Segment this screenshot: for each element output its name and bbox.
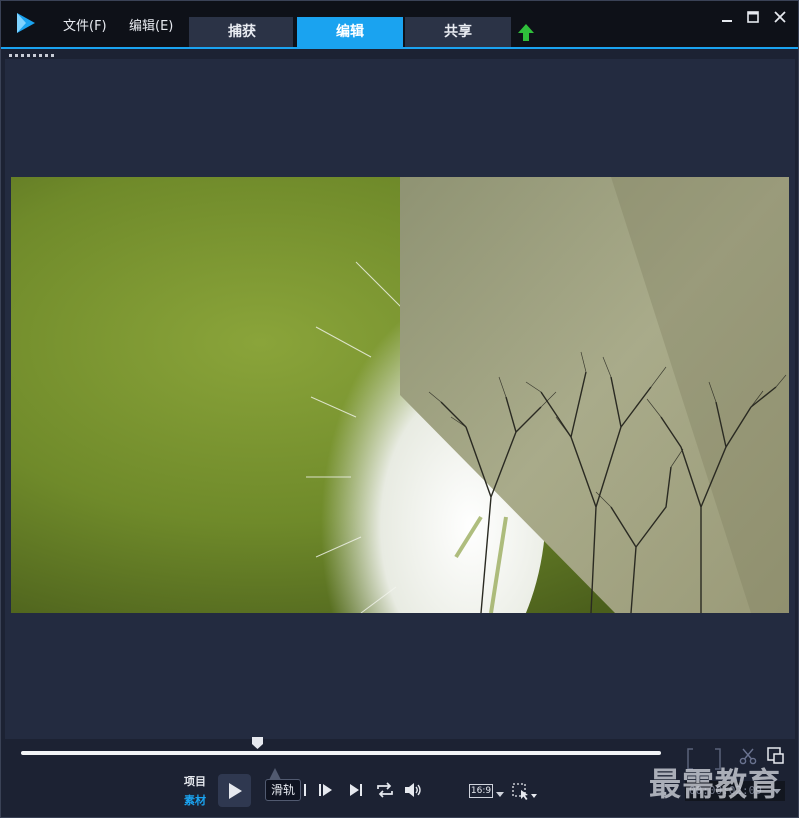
- watermark: 最需教育: [649, 765, 782, 803]
- panel-resize-grip[interactable]: [9, 54, 55, 57]
- tab-edit[interactable]: 编辑: [297, 17, 403, 47]
- play-button[interactable]: [218, 774, 251, 807]
- aspect-ratio-dropdown-icon[interactable]: [496, 792, 504, 797]
- end-icon[interactable]: [347, 781, 367, 799]
- mode-clip[interactable]: 素材: [184, 792, 206, 808]
- crop-icon[interactable]: [511, 782, 539, 802]
- video-preview: [11, 177, 789, 613]
- scrubber-tooltip: 滑轨: [265, 779, 301, 801]
- close-icon[interactable]: [772, 9, 788, 25]
- title-accent-line: [1, 47, 798, 49]
- upload-icon[interactable]: [517, 23, 535, 43]
- repeat-icon[interactable]: [375, 781, 395, 799]
- aspect-ratio-button[interactable]: 16:9: [469, 784, 493, 798]
- mode-project[interactable]: 项目: [184, 773, 206, 789]
- tab-capture[interactable]: 捕获: [189, 17, 295, 47]
- menu-edit[interactable]: 编辑(E): [129, 15, 173, 34]
- maximize-icon[interactable]: [745, 9, 761, 25]
- menu-file[interactable]: 文件(F): [63, 15, 107, 34]
- app-logo-icon: [17, 13, 35, 33]
- scrubber-handle[interactable]: [251, 736, 264, 750]
- timeline-scrubber[interactable]: [21, 751, 661, 755]
- play-icon: [229, 783, 242, 799]
- app-window: 文件(F) 编辑(E) 捕获 编辑 共享 项目 素材 滑轨 16:9 00:00…: [0, 0, 799, 818]
- next-frame-icon[interactable]: [317, 781, 337, 799]
- tab-share[interactable]: 共享: [405, 17, 511, 47]
- minimize-icon[interactable]: [719, 9, 735, 25]
- title-bar: 文件(F) 编辑(E) 捕获 编辑 共享: [1, 1, 798, 47]
- preview-area: [5, 59, 795, 739]
- volume-icon[interactable]: [403, 781, 423, 799]
